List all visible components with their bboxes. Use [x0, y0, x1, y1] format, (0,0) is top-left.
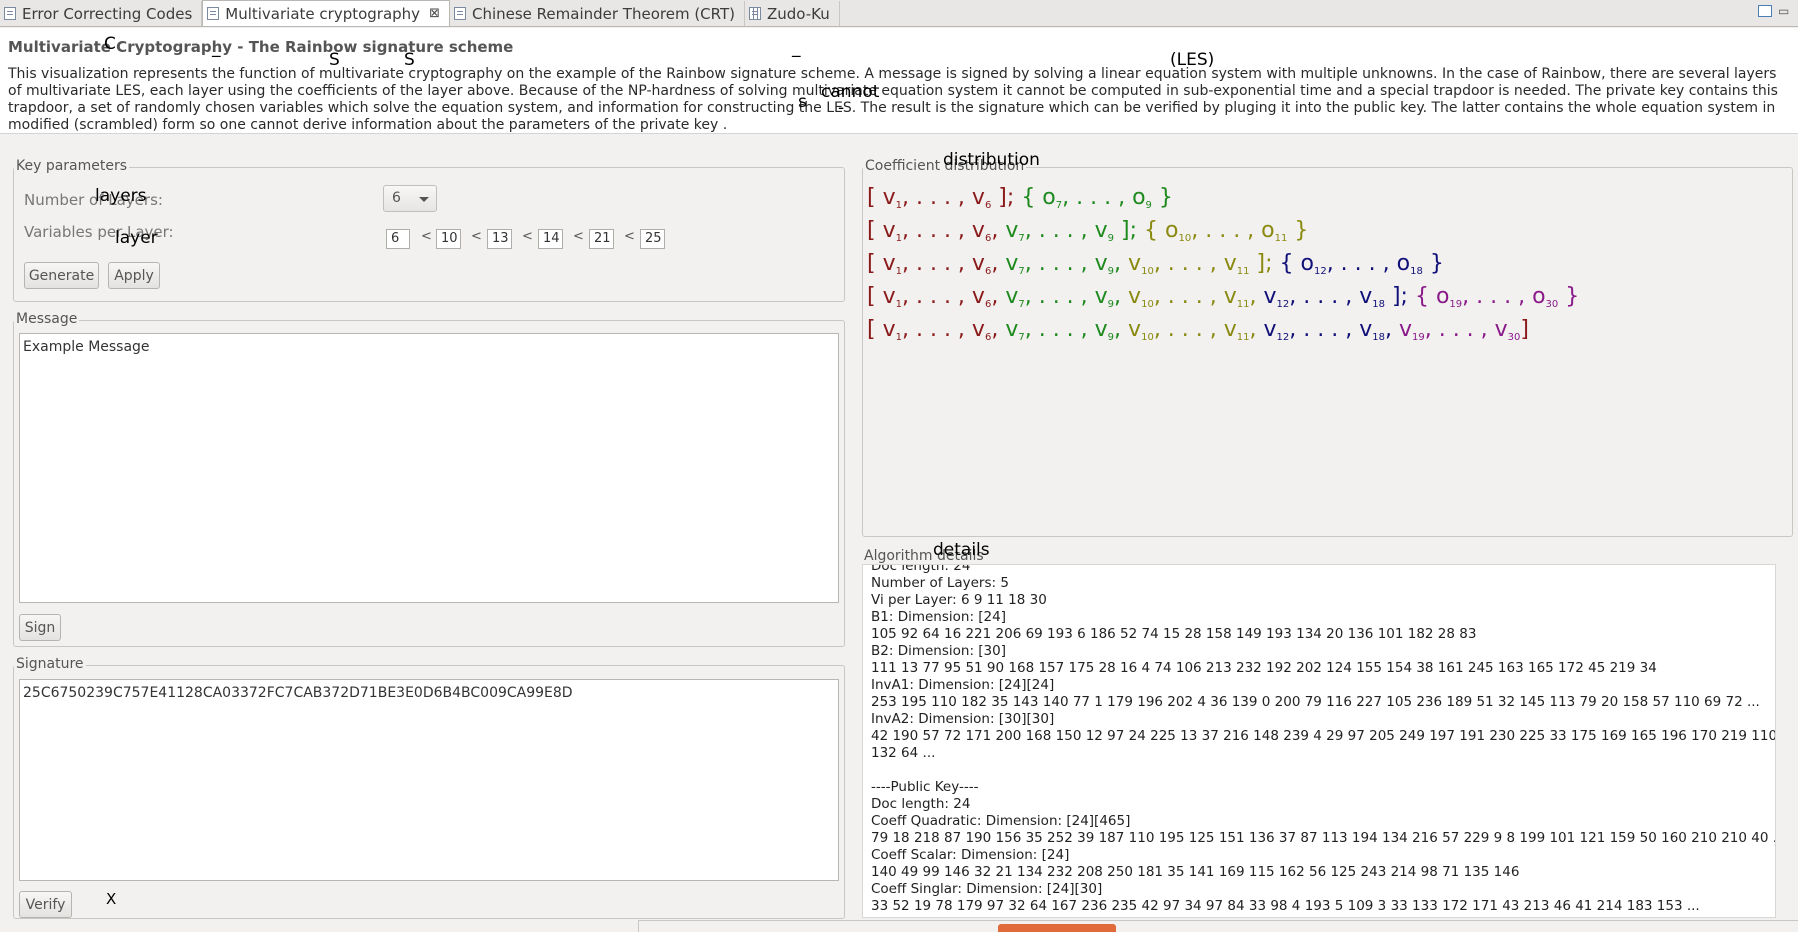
details-line: B2: Dimension: [30] — [871, 643, 1006, 659]
overlay-label: (LES) — [1170, 50, 1215, 70]
tab-zudo-ku[interactable]: Zudo-Ku — [745, 1, 840, 26]
bottom-panel-edge — [638, 920, 1798, 932]
description-text: This visualization represents the functi… — [8, 66, 1778, 133]
overlay-label: _ — [212, 38, 221, 58]
description-header: Multivariate Cryptography - The Rainbow … — [0, 28, 1798, 134]
overlay-label: C — [104, 34, 116, 54]
overlay-label: - — [838, 98, 845, 118]
variable-count-field[interactable]: 6 — [386, 229, 410, 249]
details-line: 33 52 19 78 179 97 32 64 167 236 235 42 … — [871, 898, 1700, 914]
tab-error-correcting-codes[interactable]: Error Correcting Codes — [0, 1, 203, 26]
window-controls: ▭ — [1758, 5, 1792, 17]
overlay-label: layers — [95, 186, 147, 206]
chevron-down-icon — [419, 197, 429, 202]
document-icon — [453, 7, 466, 20]
details-line: Coeff Quadratic: Dimension: [24][465] — [871, 813, 1131, 829]
details-line: 253 195 110 182 35 143 140 77 1 179 196 … — [871, 694, 1760, 710]
overlay-label: s — [798, 92, 807, 112]
details-line: 42 190 57 72 171 200 168 150 12 97 24 22… — [871, 728, 1776, 744]
details-line: B1: Dimension: [24] — [871, 609, 1006, 625]
variable-count-field[interactable]: 10 — [436, 229, 461, 249]
coefficient-layer-2: [ v1, . . . , v6, v7, . . . , v9 ]; { o1… — [867, 218, 1309, 244]
tab-label: Chinese Remainder Theorem (CRT) — [471, 4, 735, 23]
details-line — [863, 762, 1775, 779]
progress-indicator — [998, 924, 1116, 932]
sign-button[interactable]: Sign — [19, 614, 61, 641]
details-line: 140 49 99 146 32 21 134 232 208 250 181 … — [871, 864, 1520, 880]
tab-chinese-remainder-theorem[interactable]: Chinese Remainder Theorem (CRT) — [450, 1, 745, 26]
tab-label: Zudo-Ku — [767, 4, 830, 23]
details-line: InvA1: Dimension: [24][24] — [871, 677, 1055, 693]
coefficient-layer-1: [ v1, . . . , v6 ]; { o7, . . . , o9 } — [867, 185, 1173, 211]
layers-select[interactable]: 6 — [383, 185, 437, 212]
details-line: Number of Layers: 5 — [871, 575, 1009, 591]
less-than: < — [573, 229, 584, 244]
details-line: InvA2: Dimension: [30][30] — [871, 711, 1055, 727]
signature-output[interactable]: 25C6750239C757E41128CA03372FC7CAB372D71B… — [19, 679, 839, 881]
page-title: Multivariate Cryptography - The Rainbow … — [8, 38, 514, 56]
details-line: 105 92 64 16 221 206 69 193 6 186 52 74 … — [871, 626, 1477, 642]
layers-value: 6 — [392, 190, 401, 206]
generate-button[interactable]: Generate — [24, 262, 99, 289]
overlay-label: details — [933, 540, 990, 560]
details-line: ----Public Key---- — [871, 779, 979, 795]
minimize-icon[interactable] — [1758, 5, 1772, 17]
coefficient-layer-5: [ v1, . . . , v6, v7, . . . , v9, v10, .… — [867, 317, 1529, 343]
variable-count-field[interactable]: 14 — [538, 229, 563, 249]
details-line: Vi per Layer: 6 9 11 18 30 — [871, 592, 1047, 608]
details-line: Coeff Scalar: Dimension: [24] — [871, 847, 1070, 863]
group-label: Key parameters — [14, 158, 130, 174]
document-icon — [207, 7, 220, 20]
overlay-label: S — [404, 50, 415, 70]
details-line: Coeff Singlar: Dimension: [24][30] — [871, 881, 1103, 897]
less-than: < — [522, 229, 533, 244]
variable-count-field[interactable]: 25 — [640, 229, 665, 249]
details-line: 79 18 218 87 190 156 35 252 39 187 110 1… — [871, 830, 1776, 846]
coefficient-layer-3: [ v1, . . . , v6, v7, . . . , v9, v10, .… — [867, 251, 1444, 277]
algorithm-details-text[interactable]: Doc length: 24 Number of Layers: 5 Vi pe… — [862, 564, 1776, 918]
group-label: Signature — [14, 656, 86, 672]
tab-label: Multivariate cryptography — [225, 4, 421, 23]
document-icon — [4, 7, 16, 20]
details-line: Doc length: 24 — [871, 796, 971, 812]
apply-button[interactable]: Apply — [108, 262, 160, 289]
details-line: 111 13 77 95 51 90 168 157 175 28 16 4 7… — [871, 660, 1657, 676]
verify-button[interactable]: Verify — [19, 891, 72, 918]
overlay-label: S — [329, 50, 340, 70]
group-label: Message — [14, 311, 80, 327]
grid-icon — [749, 7, 761, 20]
overlay-label: distribution — [943, 150, 1040, 170]
close-icon[interactable]: ⊠ — [429, 6, 440, 21]
less-than: < — [471, 229, 482, 244]
tab-multivariate-cryptography[interactable]: Multivariate cryptography ⊠ — [202, 0, 450, 26]
details-line: Doc length: 24 — [871, 564, 971, 574]
variable-count-field[interactable]: 21 — [589, 229, 614, 249]
less-than: < — [421, 229, 432, 244]
less-than: < — [624, 229, 635, 244]
tab-label: Error Correcting Codes — [22, 4, 193, 23]
editor-tab-bar: Error Correcting Codes Multivariate cryp… — [0, 0, 1798, 27]
overlay-label: X — [106, 890, 117, 908]
overlay-label: cannot — [821, 82, 880, 102]
variable-count-field[interactable]: 13 — [487, 229, 512, 249]
maximize-icon[interactable]: ▭ — [1778, 5, 1792, 17]
overlay-label: layer — [115, 228, 158, 248]
coefficient-layer-4: [ v1, . . . , v6, v7, . . . , v9, v10, .… — [867, 284, 1580, 310]
overlay-label: _ — [792, 38, 801, 58]
message-input[interactable]: Example Message — [19, 333, 839, 603]
details-line: 132 64 ... — [871, 745, 936, 761]
